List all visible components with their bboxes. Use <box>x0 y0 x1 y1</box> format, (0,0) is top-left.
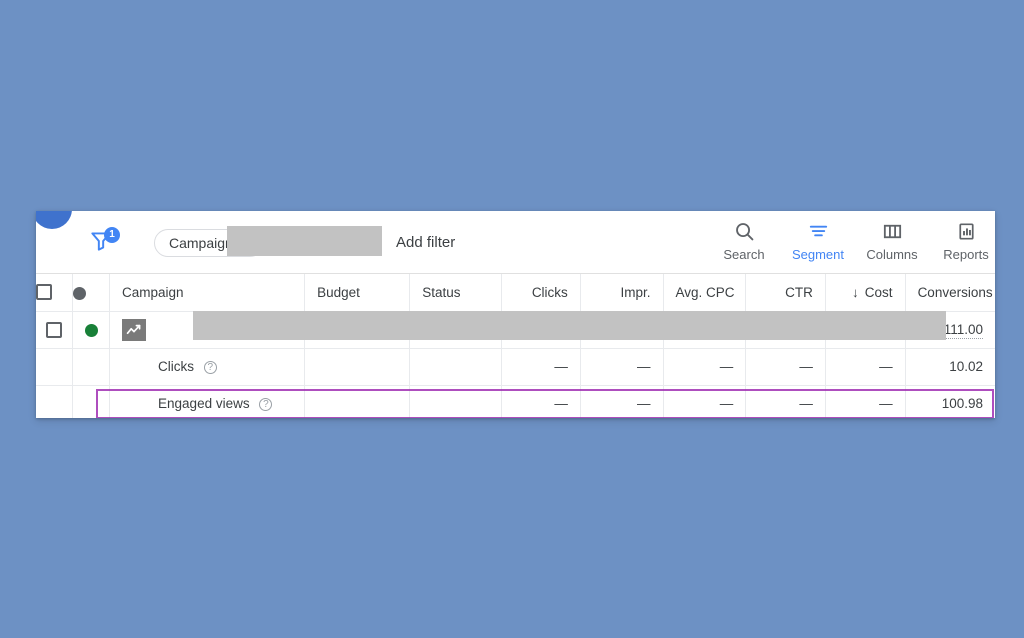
row-conversions-cell: 111.00 <box>905 311 995 349</box>
search-button[interactable]: Search <box>707 218 781 263</box>
campaigns-table: Campaign Budget Status Clicks Impr. Avg.… <box>36 274 995 418</box>
columns-icon <box>881 218 904 244</box>
table-header-row: Campaign Budget Status Clicks Impr. Avg.… <box>36 274 995 312</box>
table-row[interactable]: 111.00 <box>36 311 995 349</box>
header-ctr[interactable]: CTR <box>745 274 826 312</box>
reports-button[interactable]: Reports <box>929 218 995 263</box>
header-avg-cpc[interactable]: Avg. CPC <box>663 274 747 312</box>
columns-button[interactable]: Columns <box>855 218 929 263</box>
list-item[interactable]: Engaged views ? — — — — — 100.98 <box>36 385 995 418</box>
header-cost-label: Cost <box>864 284 893 300</box>
campaign-table-panel: 1 Campaign Add filter Search Segment Col… <box>36 211 995 418</box>
reports-icon <box>955 218 978 244</box>
reports-label: Reports <box>943 247 989 262</box>
select-all-checkbox[interactable] <box>36 284 52 301</box>
row-ctr-cell <box>745 311 826 349</box>
row-cost-cell <box>825 311 906 349</box>
columns-label: Columns <box>866 247 918 262</box>
segment-impr-cell: — <box>580 348 664 386</box>
status-enabled-icon <box>84 323 98 337</box>
row-conversions-value: 111.00 <box>943 322 983 339</box>
filter-count-badge: 1 <box>104 227 120 243</box>
header-cost[interactable]: ↓ Cost <box>825 274 906 312</box>
segment-conversions-cell: 100.98 <box>905 385 995 418</box>
segment-ctr-cell: — <box>745 348 826 386</box>
segment-select-cell <box>36 385 74 418</box>
segment-avg-cpc-cell: — <box>663 348 747 386</box>
search-icon <box>733 218 756 244</box>
campaign-filter-chip-label: Campaign <box>169 235 233 251</box>
segment-status-cell <box>409 348 503 386</box>
status-dot-header <box>72 274 111 312</box>
help-icon[interactable]: ? <box>203 361 217 374</box>
header-campaign[interactable]: Campaign <box>109 274 306 312</box>
trend-chart-icon[interactable] <box>122 318 147 341</box>
segment-cost-cell: — <box>825 385 906 418</box>
table-toolbar: 1 Campaign Add filter Search Segment Col… <box>36 211 995 274</box>
header-clicks[interactable]: Clicks <box>501 274 581 312</box>
segment-label-cell: Engaged views ? <box>109 385 306 418</box>
header-impr[interactable]: Impr. <box>580 274 664 312</box>
redaction-overlay-chip <box>227 226 382 256</box>
segment-button[interactable]: Segment <box>781 218 855 263</box>
segment-label-cell: Clicks ? <box>109 348 306 386</box>
toolbar-actions: Search Segment Columns Reports <box>707 218 995 263</box>
segment-avg-cpc-cell: — <box>663 385 747 418</box>
segment-label: Clicks <box>158 359 195 374</box>
filter-icon[interactable]: 1 <box>88 227 122 260</box>
help-icon[interactable]: ? <box>259 398 273 411</box>
row-clicks-cell <box>501 311 581 349</box>
row-campaign-name-cell[interactable] <box>109 311 306 349</box>
row-checkbox[interactable] <box>46 321 63 338</box>
segment-clicks-cell: — <box>501 348 581 386</box>
search-label: Search <box>723 247 765 262</box>
segment-clicks-cell: — <box>501 385 581 418</box>
segment-budget-cell <box>304 348 411 386</box>
segment-budget-cell <box>304 385 411 418</box>
header-status[interactable]: Status <box>409 274 503 312</box>
segment-conversions-cell: 10.02 <box>905 348 995 386</box>
segment-dot-cell <box>72 348 111 386</box>
row-budget-cell[interactable] <box>304 311 411 349</box>
select-all-header[interactable] <box>36 274 74 312</box>
status-dot-icon <box>73 286 87 300</box>
list-item[interactable]: Clicks ? — — — — — 10.02 <box>36 348 995 386</box>
row-select-cell[interactable] <box>36 311 74 349</box>
header-budget[interactable]: Budget <box>304 274 411 312</box>
header-conversions[interactable]: Conversions <box>905 274 995 312</box>
add-filter-button[interactable]: Add filter <box>396 234 455 251</box>
segment-label: Engaged views <box>158 396 250 411</box>
segment-label: Segment <box>791 247 845 262</box>
segment-ctr-cell: — <box>745 385 826 418</box>
account-avatar[interactable] <box>36 211 72 229</box>
segment-impr-cell: — <box>580 385 664 418</box>
row-status-cell <box>72 311 111 349</box>
row-impr-cell <box>580 311 664 349</box>
segment-cost-cell: — <box>825 348 906 386</box>
row-avg-cpc-cell <box>663 311 747 349</box>
segment-status-cell <box>409 385 503 418</box>
segment-select-cell <box>36 348 74 386</box>
sort-descending-icon: ↓ <box>852 284 859 300</box>
segment-dot-cell <box>72 385 111 418</box>
row-status-text-cell[interactable] <box>409 311 503 349</box>
segment-icon <box>807 218 830 244</box>
